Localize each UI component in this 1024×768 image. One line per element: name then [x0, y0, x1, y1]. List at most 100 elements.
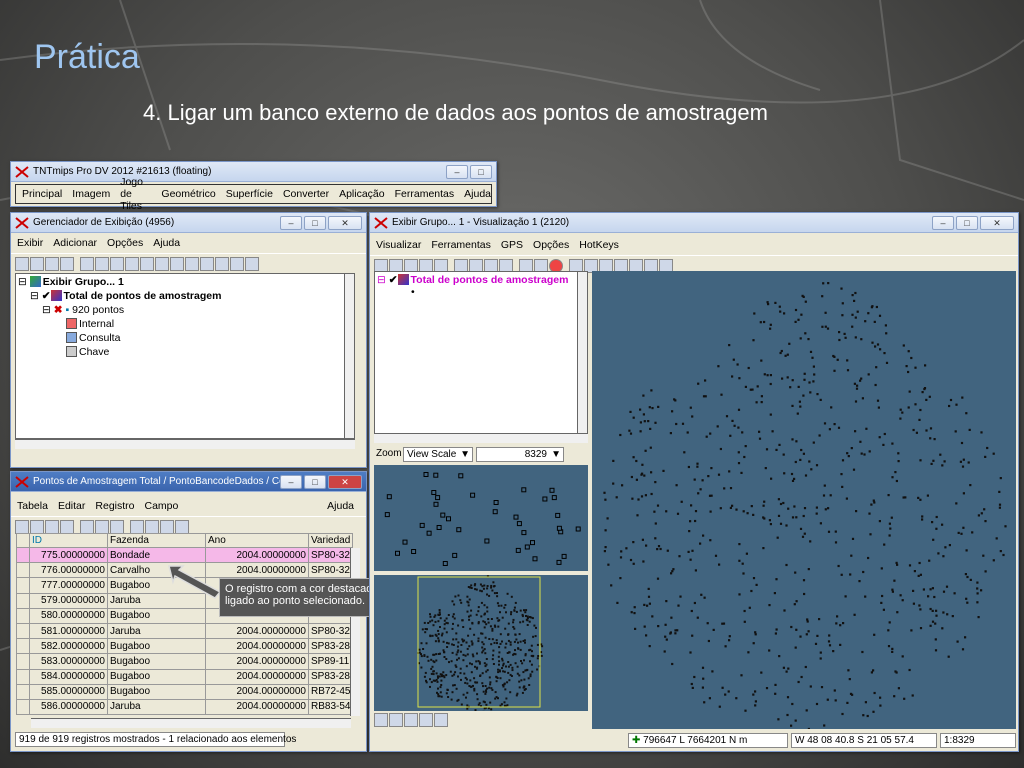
menu-jogo-de-tiles[interactable]: Jogo de Tiles: [120, 176, 151, 212]
list-icon[interactable]: [374, 713, 388, 727]
query-icon[interactable]: [45, 519, 59, 534]
menu-registro[interactable]: Registro: [95, 500, 134, 512]
menu-ferramentas[interactable]: Ferramentas: [395, 188, 455, 200]
minimize-button[interactable]: –: [446, 164, 468, 179]
maximize-button[interactable]: □: [470, 164, 492, 179]
display-manager-titlebar[interactable]: Gerenciador de Exibição (4956) – □ ✕: [11, 213, 366, 233]
menu-visualizar[interactable]: Visualizar: [376, 239, 421, 251]
close-button[interactable]: ✕: [328, 474, 362, 489]
table-horizontal-scrollbar[interactable]: [31, 718, 351, 728]
map-icon[interactable]: [434, 713, 448, 727]
add-region-icon[interactable]: [170, 256, 184, 271]
legend-layer-row[interactable]: ⊟ ✔ Total de pontos de amostragem: [377, 274, 568, 286]
menu-editar[interactable]: Editar: [58, 500, 85, 512]
main-window-titlebar[interactable]: TNTmips Pro DV 2012 #21613 (floating) – …: [11, 162, 496, 182]
maximize-button[interactable]: □: [956, 215, 978, 230]
table-row[interactable]: 581.00000000 Jaruba 2004.00000000 SP80-32: [16, 622, 354, 640]
menu-ajuda[interactable]: Ajuda: [464, 188, 491, 200]
save-icon[interactable]: [45, 256, 59, 271]
tree-group-row[interactable]: ⊟ Exibir Grupo... 1: [18, 276, 124, 288]
tree-db-consulta[interactable]: Consulta: [66, 332, 120, 344]
globe-icon[interactable]: [145, 519, 159, 534]
menu-imagem[interactable]: Imagem: [72, 188, 110, 200]
table-row[interactable]: 582.00000000 Bugaboo 2004.00000000 SP83-28: [16, 638, 354, 655]
chart-icon[interactable]: [160, 519, 174, 534]
add-database-icon[interactable]: [155, 256, 169, 271]
horizontal-scrollbar[interactable]: [15, 439, 355, 449]
zoom-in-icon[interactable]: [389, 713, 403, 727]
maximize-button[interactable]: □: [304, 474, 326, 489]
legend-horizontal-scrollbar[interactable]: [374, 433, 588, 443]
add-raster-icon[interactable]: [80, 256, 94, 271]
zoom-value-input[interactable]: 8329 ▼: [476, 447, 564, 462]
add-shape-icon[interactable]: [140, 256, 154, 271]
table-row[interactable]: 584.00000000 Bugaboo 2004.00000000 SP83-28: [16, 668, 354, 685]
filter-icon[interactable]: [80, 519, 94, 534]
minimize-button[interactable]: –: [280, 474, 302, 489]
form-view-icon[interactable]: [130, 519, 144, 534]
column-header-ano[interactable]: Ano: [205, 533, 309, 548]
add-cad-icon[interactable]: [110, 256, 124, 271]
sort-icon[interactable]: [15, 519, 29, 534]
checkmark-icon[interactable]: ✔: [42, 290, 51, 302]
print-icon[interactable]: [60, 256, 74, 271]
menu-ferramentas[interactable]: Ferramentas: [431, 239, 491, 251]
tree-points-row[interactable]: ⊟ ✖ ▪ 920 pontos: [42, 304, 124, 316]
checkmark-icon[interactable]: ✔: [389, 274, 398, 286]
zoom-mode-select[interactable]: View Scale ▼: [403, 447, 473, 462]
main-map-view[interactable]: [592, 271, 1016, 729]
add-tin-icon[interactable]: [125, 256, 139, 271]
zoom-out-icon[interactable]: [404, 713, 418, 727]
menu-principal[interactable]: Principal: [22, 188, 62, 200]
new-group-icon[interactable]: [15, 256, 29, 271]
column-header-id[interactable]: ID: [29, 533, 108, 548]
minimize-button[interactable]: –: [932, 215, 954, 230]
select-icon[interactable]: [95, 519, 109, 534]
menu-opcoes[interactable]: Opções: [533, 239, 569, 251]
table-vertical-scrollbar[interactable]: [350, 548, 360, 716]
zoom-detail-view[interactable]: [374, 465, 588, 571]
menu-superficie[interactable]: Superfície: [226, 188, 273, 200]
layout-icon[interactable]: [245, 256, 259, 271]
view-window-titlebar[interactable]: Exibir Grupo... 1 - Visualização 1 (2120…: [370, 213, 1018, 233]
menu-exibir[interactable]: Exibir: [17, 237, 43, 249]
column-header-variedad[interactable]: Variedad: [307, 533, 354, 548]
menu-campo[interactable]: Campo: [145, 500, 179, 512]
add-map-grid-icon[interactable]: [200, 256, 214, 271]
menu-converter[interactable]: Converter: [283, 188, 329, 200]
related-icon[interactable]: [110, 519, 124, 534]
info-icon[interactable]: [175, 519, 189, 534]
close-button[interactable]: ✕: [980, 215, 1014, 230]
overview-locator-view[interactable]: [374, 575, 588, 711]
vertical-scrollbar[interactable]: [344, 274, 354, 438]
menu-tabela[interactable]: Tabela: [17, 500, 48, 512]
column-header-fazenda[interactable]: Fazenda: [107, 533, 206, 548]
tree-layer-row[interactable]: ⊟ ✔ Total de pontos de amostragem: [30, 290, 221, 302]
menu-hotkeys[interactable]: HotKeys: [579, 239, 619, 251]
add-grid-icon[interactable]: [185, 256, 199, 271]
close-button[interactable]: ✕: [328, 215, 362, 230]
find-icon[interactable]: [30, 519, 44, 534]
legend-vertical-scrollbar[interactable]: [577, 272, 587, 438]
add-vector-icon[interactable]: [95, 256, 109, 271]
maximize-button[interactable]: □: [304, 215, 326, 230]
menu-gps[interactable]: GPS: [501, 239, 523, 251]
add-legend-icon[interactable]: [230, 256, 244, 271]
table-window-titlebar[interactable]: Pontos de Amostragem Total / PontoBancod…: [11, 472, 366, 492]
table-row[interactable]: 583.00000000 Bugaboo 2004.00000000 SP89-11: [16, 653, 354, 670]
open-icon[interactable]: [30, 256, 44, 271]
menu-opcoes[interactable]: Opções: [107, 237, 143, 249]
tree-db-chave[interactable]: Chave: [66, 346, 109, 358]
menu-adicionar[interactable]: Adicionar: [53, 237, 97, 249]
menu-ajuda[interactable]: Ajuda: [327, 500, 354, 512]
menu-ajuda[interactable]: Ajuda: [153, 237, 180, 249]
table-row[interactable]: 775.00000000 Bondade 2004.00000000 SP80-32: [16, 546, 354, 564]
menu-geometrico[interactable]: Geométrico: [161, 188, 215, 200]
zoom-fit-icon[interactable]: [419, 713, 433, 727]
table-row[interactable]: 585.00000000 Bugaboo 2004.00000000 RB72-45: [16, 683, 354, 700]
edit-icon[interactable]: [60, 519, 74, 534]
minimize-button[interactable]: –: [280, 215, 302, 230]
menu-aplicacao[interactable]: Aplicação: [339, 188, 385, 200]
table-row[interactable]: 586.00000000 Jaruba 2004.00000000 RB83-54: [16, 698, 354, 716]
add-scalebar-icon[interactable]: [215, 256, 229, 271]
